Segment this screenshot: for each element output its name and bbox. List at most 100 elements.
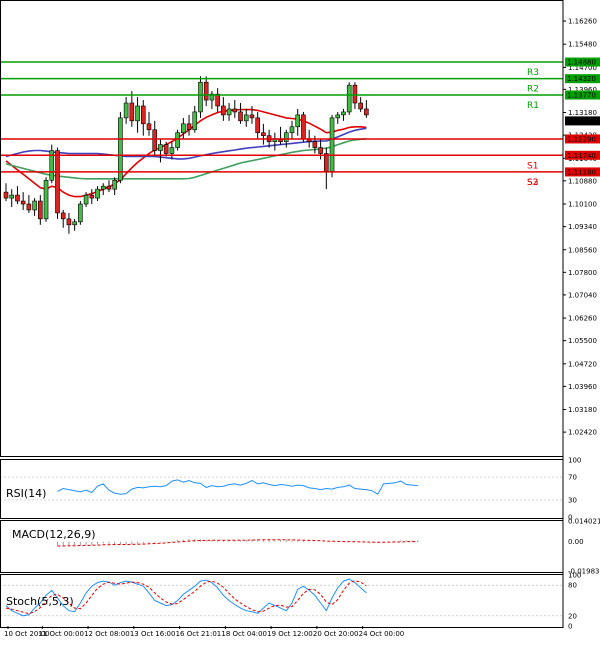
- bullish-candle: [95, 188, 100, 199]
- bullish-candle: [72, 221, 77, 226]
- bearish-candle: [38, 200, 43, 220]
- bearish-candle: [26, 203, 32, 211]
- bullish-candle: [346, 84, 352, 113]
- bearish-candle: [232, 108, 238, 113]
- price-tick-label: 1.03960: [568, 383, 597, 391]
- time-tick-label: 24 Oct 00:00: [359, 630, 405, 638]
- time-tick-label: 11 Oct 00:00: [38, 630, 84, 638]
- level-name-label: S3: [527, 178, 538, 188]
- bearish-candle: [261, 132, 266, 136]
- level-price-tag-text: 1.12290: [567, 135, 596, 143]
- bullish-candle: [100, 185, 106, 190]
- bearish-candle: [312, 141, 318, 148]
- bullish-candle: [335, 114, 341, 119]
- bullish-candle: [118, 117, 123, 181]
- bullish-candle: [135, 105, 140, 122]
- bullish-candle: [78, 203, 83, 223]
- level-name-label: S1: [527, 161, 538, 171]
- bearish-candle: [301, 114, 306, 139]
- price-tick-label: 1.09340: [568, 223, 597, 231]
- time-tick-label: 13 Oct 16:00: [130, 630, 176, 638]
- level-price-tag-text: 1.11740: [567, 152, 596, 160]
- bullish-candle: [329, 117, 335, 172]
- price-tick-label: 1.08560: [568, 246, 597, 254]
- stoch-tick-label: 20: [568, 612, 577, 620]
- chart-background: [0, 0, 600, 647]
- bullish-candle: [9, 194, 15, 199]
- rsi-tick-label: 30: [568, 496, 577, 504]
- macd-tick-label: 0.014021: [568, 518, 600, 526]
- bearish-candle: [324, 153, 329, 172]
- price-tick-label: 1.02420: [568, 429, 597, 437]
- bearish-candle: [140, 105, 146, 125]
- price-tick-label: 1.04720: [568, 360, 597, 368]
- price-tick-label: 1.13180: [568, 109, 597, 117]
- bearish-candle: [238, 111, 243, 122]
- bearish-candle: [352, 84, 358, 104]
- bullish-candle: [123, 102, 129, 119]
- price-tick-label: 1.07800: [568, 269, 597, 277]
- stoch-tick-label: 100: [568, 572, 581, 580]
- price-tick-label: 1.07040: [568, 291, 597, 299]
- price-tick-label: 1.03180: [568, 406, 597, 414]
- bearish-candle: [3, 191, 9, 199]
- chart: R3R2R1S1S2S3 1.162601.154801.147001.1396…: [0, 0, 600, 647]
- rsi-tick-label: 70: [568, 474, 577, 482]
- bearish-candle: [60, 212, 66, 220]
- bearish-candle: [358, 102, 363, 110]
- price-tick-label: 1.10100: [568, 201, 597, 209]
- bullish-candle: [158, 144, 163, 151]
- bearish-candle: [20, 200, 26, 205]
- price-tick-label: 1.06260: [568, 315, 597, 323]
- bearish-candle: [215, 93, 220, 107]
- bearish-candle: [318, 147, 323, 154]
- level-name-label: R1: [527, 101, 539, 111]
- bearish-candle: [249, 114, 255, 119]
- bullish-candle: [243, 114, 249, 122]
- time-tick-label: 20 Oct 20:00: [313, 630, 359, 638]
- bearish-candle: [129, 102, 135, 122]
- bullish-candle: [289, 126, 295, 134]
- bearish-candle: [89, 194, 95, 199]
- current-price-tag-text: 1.12898: [567, 117, 596, 125]
- time-tick-label: 12 Oct 08:00: [84, 630, 130, 638]
- bearish-candle: [146, 123, 152, 131]
- bearish-candle: [186, 123, 192, 131]
- bearish-candle: [15, 194, 20, 202]
- bullish-candle: [181, 123, 186, 134]
- bullish-candle: [295, 114, 301, 128]
- bullish-candle: [283, 132, 289, 142]
- bullish-candle: [226, 108, 232, 116]
- bullish-candle: [169, 147, 175, 154]
- bearish-candle: [221, 105, 226, 116]
- rsi-label: RSI(14): [6, 487, 46, 500]
- level-price-tag-text: 1.13770: [567, 92, 596, 100]
- bullish-candle: [198, 81, 203, 113]
- price-tick-label: 1.16260: [568, 18, 597, 26]
- rsi-tick-label: 100: [568, 457, 581, 465]
- bullish-candle: [112, 179, 117, 190]
- bullish-candle: [43, 179, 49, 220]
- stoch-label: Stoch(5,5,3): [6, 595, 74, 608]
- level-name-label: R2: [527, 85, 539, 95]
- stoch-tick-label: 80: [568, 582, 577, 590]
- price-tick-label: 1.10880: [568, 177, 597, 185]
- time-tick-label: 18 Oct 04:00: [221, 630, 267, 638]
- bearish-candle: [106, 185, 112, 190]
- bullish-candle: [192, 111, 198, 131]
- bullish-candle: [341, 111, 346, 116]
- level-name-label: R3: [527, 68, 539, 78]
- level-price-tag-text: 1.14880: [567, 59, 596, 67]
- level-price-tag-text: 1.14320: [567, 75, 596, 83]
- macd-label: MACD(12,26,9): [12, 528, 96, 541]
- level-price-tag-text: 1.11180: [567, 168, 596, 176]
- bearish-candle: [364, 108, 369, 116]
- bearish-candle: [55, 150, 60, 214]
- bearish-candle: [152, 129, 158, 151]
- bullish-candle: [32, 200, 37, 211]
- time-tick-label: 16 Oct 21:01: [176, 630, 222, 638]
- price-tick-label: 1.15480: [568, 41, 597, 49]
- bearish-candle: [255, 117, 260, 134]
- bearish-candle: [163, 144, 169, 154]
- stoch-tick-label: 0: [568, 623, 572, 631]
